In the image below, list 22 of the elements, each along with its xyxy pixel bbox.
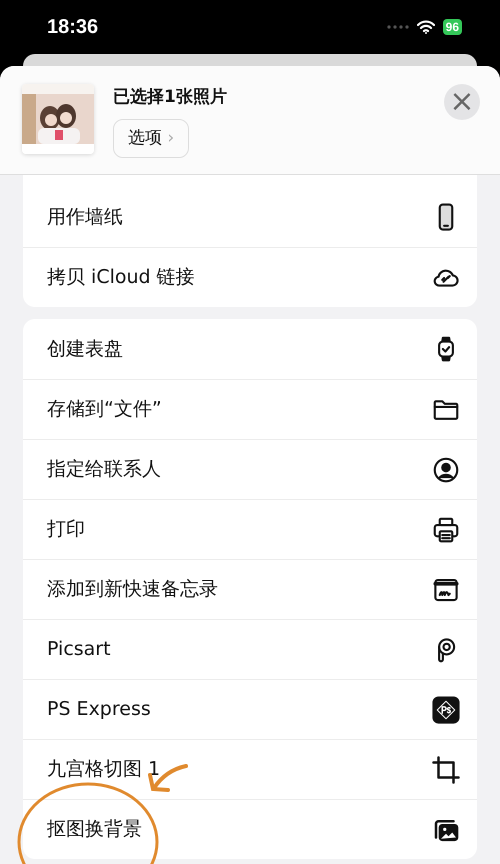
printer-icon — [431, 514, 461, 544]
signal-icon — [386, 25, 409, 29]
action-row[interactable]: PS Express — [23, 679, 477, 739]
options-button[interactable]: 选项 › — [113, 118, 190, 158]
action-row[interactable]: 创建表盘 — [23, 319, 477, 379]
action-row[interactable]: 添加到新快速备忘录 — [23, 559, 477, 619]
close-button[interactable]: × — [444, 84, 480, 120]
action-row[interactable]: 抠图换背景 — [23, 799, 477, 859]
battery-indicator: 96 — [442, 19, 462, 35]
action-row[interactable]: Picsart — [23, 619, 477, 679]
crop-icon — [431, 754, 461, 784]
status-time: 18:36 — [47, 15, 98, 40]
ps-icon — [431, 694, 461, 724]
share-title: 已选择1张照片 — [113, 86, 227, 109]
action-row[interactable]: 存储到“文件” — [23, 379, 477, 439]
wifi-icon — [416, 20, 435, 34]
action-row[interactable]: 拷贝 iCloud 链接 — [23, 247, 477, 307]
action-row[interactable]: 九宫格切图 1 — [23, 739, 477, 799]
contact-icon — [431, 454, 461, 484]
action-row[interactable]: 用作墙纸 — [23, 187, 477, 247]
action-row[interactable]: 打印 — [23, 499, 477, 559]
action-row[interactable]: 指定给联系人 — [23, 439, 477, 499]
